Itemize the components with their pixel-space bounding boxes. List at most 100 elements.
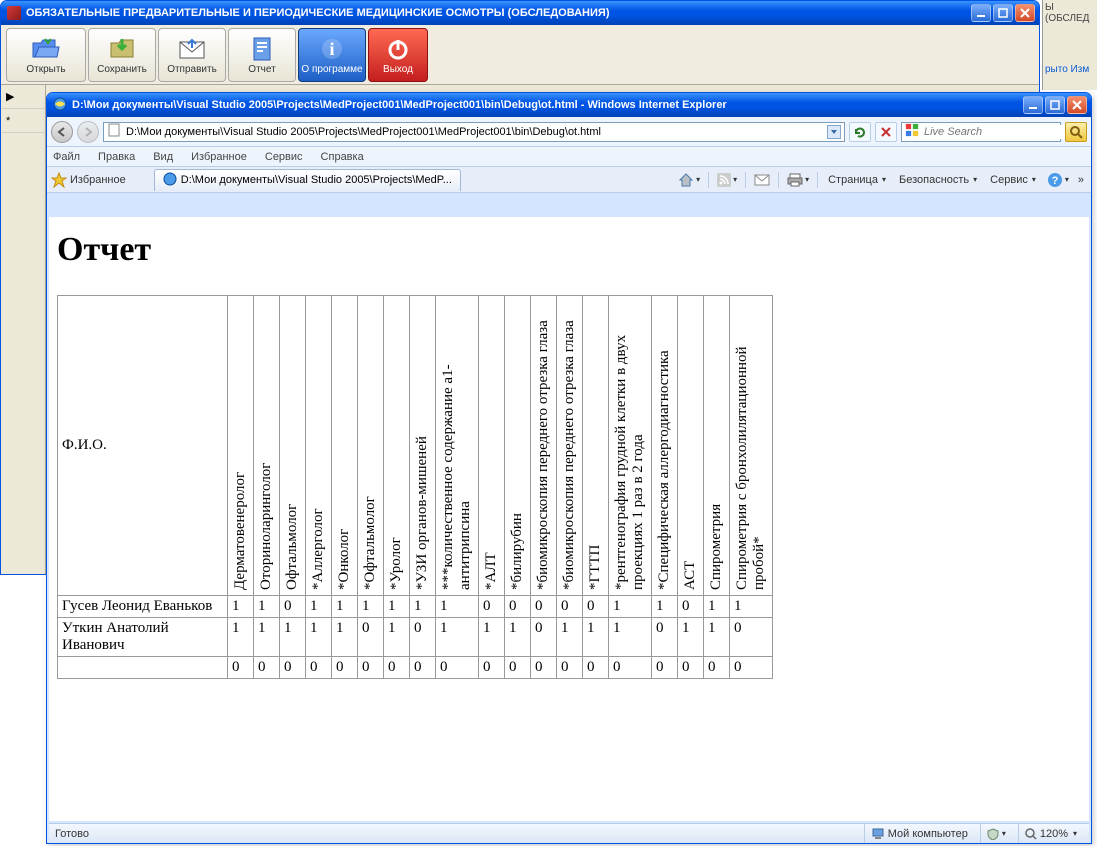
about-button[interactable]: i О программе <box>298 28 366 82</box>
parent-titlebar[interactable]: ОБЯЗАТЕЛЬНЫЕ ПРЕДВАРИТЕЛЬНЫЕ И ПЕРИОДИЧЕ… <box>1 1 1039 25</box>
ie-nav-bar <box>47 117 1091 147</box>
cell-value: 1 <box>436 618 479 657</box>
forward-button[interactable] <box>77 121 99 143</box>
ie-titlebar[interactable]: D:\Мои документы\Visual Studio 2005\Proj… <box>47 93 1091 117</box>
cell-value: 1 <box>280 618 306 657</box>
exit-button[interactable]: Выход <box>368 28 428 82</box>
report-button[interactable]: Отчет <box>228 28 296 82</box>
browser-tab[interactable]: D:\Мои документы\Visual Studio 2005\Proj… <box>154 169 461 191</box>
cell-value: 0 <box>479 657 505 679</box>
cell-value: 0 <box>410 618 436 657</box>
parent-app-icon <box>7 6 21 20</box>
address-input[interactable] <box>124 125 824 139</box>
rss-button[interactable]: ▾ <box>714 170 740 190</box>
home-button[interactable]: ▾ <box>675 170 703 190</box>
menu-help[interactable]: Справка <box>321 151 364 163</box>
cell-value: 0 <box>332 657 358 679</box>
search-button[interactable] <box>1065 122 1087 142</box>
menu-file[interactable]: Файл <box>53 151 80 163</box>
col-header-1: Оториноларинголог <box>254 296 280 596</box>
tab-label: D:\Мои документы\Visual Studio 2005\Proj… <box>181 174 452 186</box>
cell-value: 0 <box>228 657 254 679</box>
back-button[interactable] <box>51 121 73 143</box>
left-strip-item-2[interactable]: * <box>2 109 45 133</box>
cell-value: 1 <box>254 618 280 657</box>
cell-value: 0 <box>557 657 583 679</box>
cell-value: 0 <box>358 657 384 679</box>
cell-value: 0 <box>704 657 730 679</box>
status-protected-mode[interactable]: ▾ <box>980 824 1012 843</box>
save-icon <box>107 36 137 62</box>
cell-value: 0 <box>730 657 773 679</box>
col-header-2: Офтальмолог <box>280 296 306 596</box>
parent-close-button[interactable] <box>1015 4 1035 22</box>
cell-value: 1 <box>254 596 280 618</box>
browser-viewport[interactable]: Отчет Ф.И.О. ДерматовенерологОторинолари… <box>49 217 1089 821</box>
ie-maximize-button[interactable] <box>1045 96 1065 114</box>
search-bar[interactable] <box>901 122 1061 142</box>
cell-value: 0 <box>531 618 557 657</box>
envelope-icon <box>177 36 207 62</box>
cell-value: 0 <box>557 596 583 618</box>
cell-value: 1 <box>652 596 678 618</box>
col-header-10: *билирубин <box>505 296 531 596</box>
send-button[interactable]: Отправить <box>158 28 226 82</box>
col-header-0: Дерматовенеролог <box>228 296 254 596</box>
cell-value: 1 <box>505 618 531 657</box>
searchibnput[interactable] <box>922 125 1069 139</box>
security-menu-button[interactable]: Безопасность▾ <box>894 170 982 190</box>
cell-value: 0 <box>678 596 704 618</box>
cell-value: 0 <box>652 657 678 679</box>
favorites-button[interactable]: Избранное <box>51 172 126 188</box>
help-button[interactable]: ?▾ <box>1044 170 1072 190</box>
parent-minimize-button[interactable] <box>971 4 991 22</box>
menu-view[interactable]: Вид <box>153 151 173 163</box>
address-dropdown-icon[interactable] <box>827 125 841 139</box>
zoom-panel[interactable]: 120% ▾ <box>1018 824 1083 843</box>
expand-button[interactable]: » <box>1075 170 1087 190</box>
power-icon <box>383 36 413 62</box>
folder-open-icon <box>31 36 61 62</box>
report-icon <box>247 36 277 62</box>
exit-label: Выход <box>383 64 413 75</box>
print-button[interactable]: ▾ <box>784 170 812 190</box>
cell-value: 1 <box>557 618 583 657</box>
left-strip-item-1[interactable]: ▶ <box>2 85 45 109</box>
mail-button[interactable] <box>751 170 773 190</box>
open-button[interactable]: Открыть <box>6 28 86 82</box>
ie-minimize-button[interactable] <box>1023 96 1043 114</box>
ie-app-icon <box>53 97 67 114</box>
cell-value: 0 <box>531 596 557 618</box>
tools-menu-button[interactable]: Сервис▾ <box>985 170 1041 190</box>
cell-value: 0 <box>410 657 436 679</box>
ie-tab-bar: Избранное D:\Мои документы\Visual Studio… <box>47 167 1091 193</box>
menu-tools[interactable]: Сервис <box>265 151 303 163</box>
refresh-button[interactable] <box>849 122 871 142</box>
ie-title-text: D:\Мои документы\Visual Studio 2005\Proj… <box>72 99 1023 111</box>
cell-name: Гусев Леонид Еваньков <box>58 596 228 618</box>
status-zone: Мой компьютер <box>864 824 974 843</box>
report-label: Отчет <box>248 64 275 75</box>
col-header-14: *рентгенография грудной клетки в двух пр… <box>609 296 652 596</box>
cell-value: 1 <box>704 596 730 618</box>
save-button[interactable]: Сохранить <box>88 28 156 82</box>
cell-value: 1 <box>704 618 730 657</box>
col-header-4: *Онколог <box>332 296 358 596</box>
cell-value: 1 <box>358 596 384 618</box>
cell-value: 0 <box>280 596 306 618</box>
ie-menu-bar: Файл Правка Вид Избранное Сервис Справка <box>47 147 1091 167</box>
table-row: Гусев Леонид Еваньков1101111110000011011 <box>58 596 773 618</box>
col-header-5: *Офтальмолог <box>358 296 384 596</box>
col-header-6: *Уролог <box>384 296 410 596</box>
cell-value: 1 <box>609 618 652 657</box>
menu-favorites[interactable]: Избранное <box>191 151 247 163</box>
col-header-15: *Специфическая аллергодиагностика <box>652 296 678 596</box>
parent-maximize-button[interactable] <box>993 4 1013 22</box>
ie-close-button[interactable] <box>1067 96 1087 114</box>
page-menu-button[interactable]: Страница▾ <box>823 170 891 190</box>
address-bar[interactable] <box>103 122 845 142</box>
cell-value: 0 <box>609 657 652 679</box>
status-done: Готово <box>55 828 89 840</box>
stop-button[interactable] <box>875 122 897 142</box>
menu-edit[interactable]: Правка <box>98 151 135 163</box>
